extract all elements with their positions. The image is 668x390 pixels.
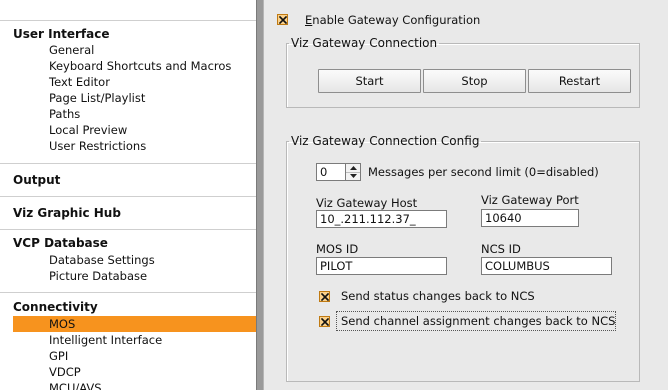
- nav-item-mcu-avs[interactable]: MCU/AVS: [13, 380, 256, 390]
- settings-navigation-tree: User Interface General Keyboard Shortcut…: [0, 0, 256, 390]
- send-channel-label[interactable]: Send channel assignment changes back to …: [341, 314, 615, 328]
- messages-limit-label: Messages per second limit (0=disabled): [368, 165, 599, 179]
- nav-item-keyboard-shortcuts[interactable]: Keyboard Shortcuts and Macros: [13, 58, 256, 74]
- group-divider: [0, 292, 256, 293]
- nav-group-title[interactable]: Output: [13, 173, 60, 187]
- restart-button[interactable]: Restart: [528, 69, 631, 93]
- check-mark-icon: [278, 15, 287, 24]
- nav-item-gpi[interactable]: GPI: [13, 348, 256, 364]
- start-button[interactable]: Start: [318, 69, 421, 93]
- mos-id-label: MOS ID: [316, 242, 359, 256]
- nav-item-user-restrictions[interactable]: User Restrictions: [13, 138, 256, 154]
- messages-limit-stepper[interactable]: [316, 163, 361, 181]
- nav-group-title[interactable]: VCP Database: [13, 236, 108, 250]
- nav-group-title[interactable]: Viz Graphic Hub: [13, 206, 121, 220]
- nav-item-text-editor[interactable]: Text Editor: [13, 74, 256, 90]
- send-status-label[interactable]: Send status changes back to NCS: [341, 289, 535, 303]
- ncs-id-label: NCS ID: [481, 242, 521, 256]
- gateway-port-label: Viz Gateway Port: [481, 193, 579, 207]
- check-mark-icon: [320, 317, 329, 326]
- group-divider: [0, 20, 256, 21]
- nav-item-general[interactable]: General: [13, 42, 256, 58]
- mos-id-input[interactable]: [316, 257, 447, 275]
- enable-gateway-label[interactable]: Enable Gateway Configuration: [305, 13, 480, 27]
- nav-item-picture-database[interactable]: Picture Database: [13, 268, 256, 284]
- group-divider: [0, 163, 256, 164]
- gateway-connection-legend: Viz Gateway Connection: [291, 36, 438, 50]
- check-mark-icon: [320, 292, 329, 301]
- group-divider: [0, 229, 256, 230]
- nav-group-title[interactable]: User Interface: [13, 27, 110, 41]
- nav-item-intelligent-interface[interactable]: Intelligent Interface: [13, 332, 256, 348]
- nav-item-paths[interactable]: Paths: [13, 106, 256, 122]
- mos-settings-panel: Enable Gateway Configuration Viz Gateway…: [264, 0, 668, 390]
- messages-limit-input[interactable]: [316, 163, 346, 181]
- arrow-up-icon: [349, 166, 357, 170]
- nav-item-page-list[interactable]: Page List/Playlist: [13, 90, 256, 106]
- nav-item-local-preview[interactable]: Local Preview: [13, 122, 256, 138]
- send-status-checkbox[interactable]: [319, 291, 330, 302]
- enable-gateway-checkbox[interactable]: [277, 14, 288, 25]
- gateway-host-input[interactable]: [316, 210, 447, 228]
- send-channel-checkbox[interactable]: [319, 316, 330, 327]
- ncs-id-input[interactable]: [481, 257, 612, 275]
- nav-item-database-settings[interactable]: Database Settings: [13, 252, 256, 268]
- nav-item-vdcp[interactable]: VDCP: [13, 364, 256, 380]
- gateway-config-legend: Viz Gateway Connection Config: [291, 134, 480, 148]
- gateway-host-label: Viz Gateway Host: [316, 196, 418, 210]
- stop-button[interactable]: Stop: [423, 69, 526, 93]
- spinner-buttons: [346, 163, 361, 181]
- pane-splitter[interactable]: [256, 0, 264, 390]
- gateway-port-input[interactable]: [481, 209, 579, 227]
- group-divider: [0, 196, 256, 197]
- enable-gateway-label-text: nable Gateway Configuration: [312, 13, 481, 27]
- arrow-down-icon: [349, 174, 357, 178]
- spinner-down-button[interactable]: [346, 172, 360, 180]
- nav-group-title[interactable]: Connectivity: [13, 300, 98, 314]
- nav-item-mos[interactable]: MOS: [13, 316, 256, 332]
